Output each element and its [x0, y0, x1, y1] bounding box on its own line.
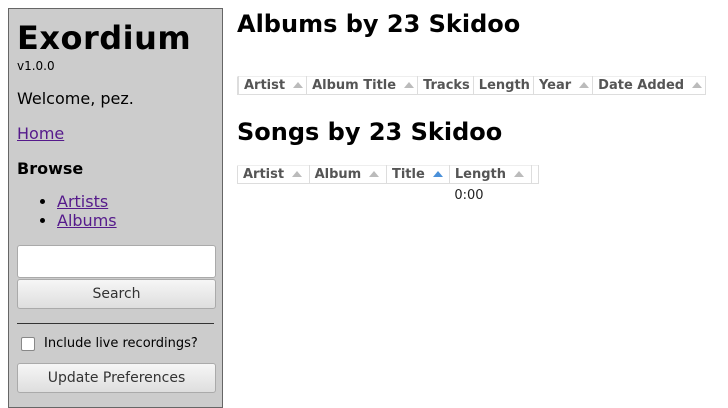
- albums-col-tracks[interactable]: Tracks: [417, 76, 474, 95]
- albums-col-album-title[interactable]: Album Title: [306, 76, 419, 95]
- sort-icon: [692, 81, 703, 88]
- app-title: Exordium: [17, 19, 192, 57]
- albums-header-row: Artist Album Title Tracks Length Year Da…: [237, 76, 707, 95]
- albums-col-label: Artist: [244, 78, 286, 93]
- albums-col-label: Length: [478, 78, 530, 93]
- albums-col-artist[interactable]: Artist: [237, 76, 308, 95]
- songs-col-label: Title: [391, 167, 425, 182]
- albums-col-label: Year: [538, 78, 572, 93]
- sort-icon: [404, 81, 415, 88]
- version-label: v1.0.0: [17, 59, 55, 73]
- albums-col-year[interactable]: Year: [532, 76, 594, 95]
- albums-table: Artist Album Title Tracks Length Year Da…: [237, 76, 707, 95]
- sort-icon: [369, 170, 380, 177]
- sort-ascending-icon: [432, 170, 443, 177]
- table-row[interactable]: 0:00: [238, 184, 539, 204]
- sidebar: Exordium v1.0.0 Welcome, pez. Home Brows…: [8, 8, 223, 408]
- songs-table: Artist Album Title Length 0:00: [237, 165, 539, 203]
- albums-col-label: Date Added: [598, 78, 685, 93]
- songs-col-length[interactable]: Length: [448, 165, 533, 184]
- browse-item-albums: Albums: [57, 211, 214, 230]
- browse-item-artists: Artists: [57, 192, 214, 211]
- browse-list: Artists Albums: [17, 192, 214, 230]
- albums-heading: Albums by 23 Skidoo: [237, 10, 521, 38]
- song-album-cell: [309, 184, 386, 204]
- song-length-cell: 0:00: [454, 188, 484, 203]
- sort-icon: [292, 170, 303, 177]
- albums-link[interactable]: Albums: [57, 211, 117, 230]
- albums-col-label: Tracks: [423, 78, 470, 93]
- song-spacer-cell: [532, 184, 539, 204]
- songs-heading: Songs by 23 Skidoo: [237, 118, 503, 146]
- divider: [17, 323, 214, 324]
- songs-col-label: Artist: [243, 167, 285, 182]
- songs-col-artist[interactable]: Artist: [237, 165, 310, 184]
- songs-col-title[interactable]: Title: [385, 165, 450, 184]
- songs-header-row: Artist Album Title Length: [237, 165, 539, 184]
- live-recordings-checkbox[interactable]: [21, 336, 35, 351]
- welcome-message: Welcome, pez.: [17, 89, 134, 108]
- sort-icon: [579, 81, 590, 88]
- sort-icon: [513, 170, 524, 177]
- songs-col-album[interactable]: Album: [308, 165, 387, 184]
- song-title-cell: [386, 184, 449, 204]
- browse-heading: Browse: [17, 159, 84, 178]
- sort-icon: [293, 81, 304, 88]
- live-recordings-row: Include live recordings?: [17, 336, 214, 351]
- songs-col-label: Length: [454, 167, 506, 182]
- albums-col-date-added[interactable]: Date Added: [592, 76, 707, 95]
- song-artist-cell: [238, 184, 310, 204]
- albums-col-label: Album Title: [312, 78, 397, 93]
- search-input[interactable]: [17, 245, 216, 278]
- home-link[interactable]: Home: [17, 124, 64, 143]
- songs-header-spacer: [531, 165, 539, 184]
- albums-col-length[interactable]: Length: [472, 76, 534, 95]
- update-preferences-button[interactable]: Update Preferences: [17, 363, 216, 393]
- artists-link[interactable]: Artists: [57, 192, 108, 211]
- search-button[interactable]: Search: [17, 279, 216, 309]
- songs-col-label: Album: [314, 167, 362, 182]
- live-recordings-label: Include live recordings?: [44, 336, 198, 351]
